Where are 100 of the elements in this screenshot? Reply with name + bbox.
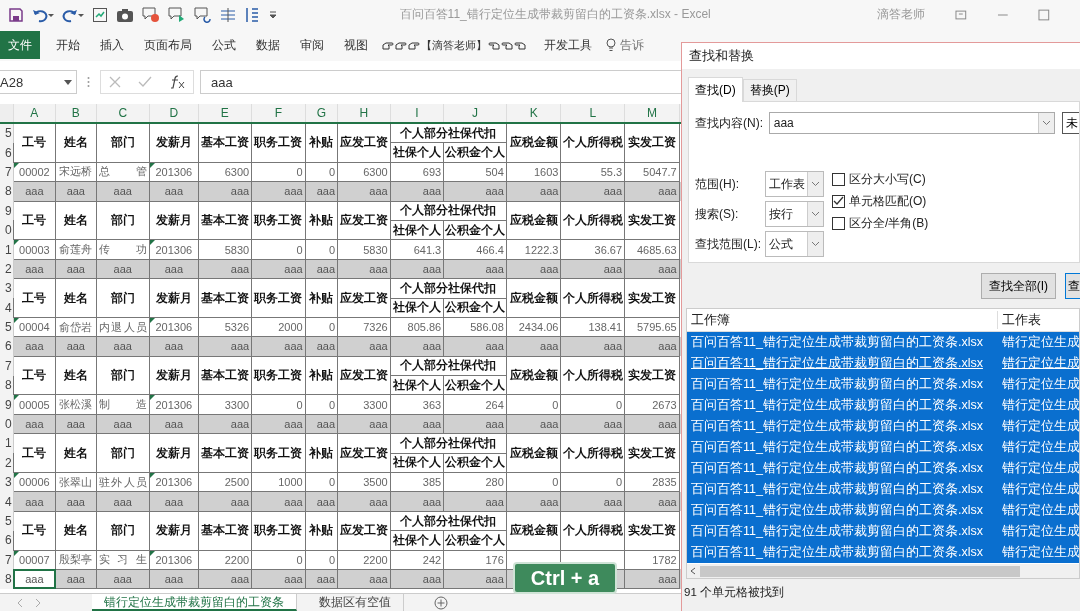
ribbon-display-icon[interactable] <box>954 8 967 21</box>
table-header-cell: 姓名 <box>55 433 96 473</box>
column-width-icon[interactable] <box>244 6 260 23</box>
table-header-cell: 部门 <box>96 433 150 473</box>
dialog-tab[interactable]: 查找(D) <box>688 77 743 102</box>
table-cell: aaa <box>25 495 44 508</box>
table-cell: aaa <box>603 262 623 275</box>
tell-me-search[interactable]: 告诉 <box>602 31 648 60</box>
table-cell: 5830 <box>224 243 250 256</box>
table-cell: aaa <box>230 495 250 508</box>
add-sheet-icon[interactable] <box>434 595 448 610</box>
column-header[interactable]: D <box>169 106 179 120</box>
result-row[interactable]: 百问百答11_错行定位生成带裁剪留白的工资条.xlsx 错行定位生成 <box>687 500 1079 521</box>
checkbox[interactable] <box>832 172 845 186</box>
sheet-tab[interactable]: 错行定位生成带裁剪留白的工资条 <box>92 594 297 611</box>
table-cell: aaa <box>658 262 677 275</box>
table-cell: aaa <box>316 185 336 198</box>
table-cell: 0 <box>328 476 336 489</box>
dialog-button[interactable]: 查 <box>1065 273 1080 299</box>
scroll-left-icon[interactable] <box>16 597 24 608</box>
column-header[interactable]: 工作簿 <box>687 311 997 329</box>
dialog-button[interactable]: 查找全部(I) <box>980 273 1056 299</box>
comment-icon[interactable] <box>194 6 212 23</box>
ribbon-tab[interactable]: 开始 <box>46 31 90 60</box>
result-row[interactable]: 百问百答11_错行定位生成带裁剪留白的工资条.xlsx 错行定位生成 <box>687 395 1079 416</box>
maximize-icon[interactable] <box>1038 8 1050 21</box>
more-icon <box>87 76 90 89</box>
ribbon-tab[interactable]: 视图 <box>334 31 378 60</box>
table-cell: 0 <box>328 321 336 334</box>
table-cell: 00007 <box>19 553 50 566</box>
column-header[interactable]: H <box>359 106 369 120</box>
option-dropdown[interactable]: 公式 <box>765 231 824 257</box>
ribbon-tab[interactable]: 公式 <box>202 31 246 60</box>
dialog-tab[interactable]: 替换(P) <box>742 79 797 101</box>
column-header[interactable]: C <box>118 106 128 120</box>
table-cell: 693 <box>422 165 442 178</box>
table-cell: aaa <box>284 573 303 586</box>
table-header-cell: 个人所得税 <box>560 356 625 395</box>
result-row[interactable]: 百问百答11_错行定位生成带裁剪留白的工资条.xlsx 错行定位生成 <box>687 542 1079 563</box>
table-header-cell: 补贴 <box>305 511 338 551</box>
scroll-right-icon[interactable] <box>34 597 42 608</box>
table-cell: 2500 <box>224 476 250 489</box>
column-header[interactable]: F <box>274 106 283 120</box>
ribbon-tab[interactable]: 开发工具 <box>534 31 602 60</box>
function-icon[interactable] <box>168 75 185 90</box>
column-header[interactable]: A <box>30 106 39 120</box>
table-cell: aaa <box>540 495 559 508</box>
table-header-cell: 个人部分社保代扣 <box>390 201 507 221</box>
table-cell: aaa <box>603 418 623 431</box>
ribbon-tab[interactable]: 数据 <box>246 31 290 60</box>
horizontal-scrollbar[interactable] <box>687 564 1079 578</box>
result-row[interactable]: 百问百答11_错行定位生成带裁剪留白的工资条.xlsx 错行定位生成 <box>687 437 1079 458</box>
table-cell: 4685.63 <box>636 243 677 256</box>
table-cell: aaa <box>113 185 132 198</box>
column-header[interactable]: 工作表 <box>997 311 1041 329</box>
table-header-cell: 应发工资 <box>337 356 391 395</box>
option-dropdown[interactable]: 工作表 <box>765 171 824 197</box>
result-row[interactable]: 百问百答11_错行定位生成带裁剪留白的工资条.xlsx 错行定位生成 <box>687 521 1079 542</box>
caret-icon <box>811 181 820 187</box>
column-header[interactable]: B <box>71 106 80 120</box>
customize-caret-icon[interactable] <box>268 8 278 21</box>
ribbon-tab[interactable]: 页面布局 <box>134 31 202 60</box>
table-cell: 殷梨亭 <box>59 553 93 566</box>
column-header[interactable]: M <box>646 106 657 120</box>
result-row[interactable]: 百问百答11_错行定位生成带裁剪留白的工资条.xlsx 错行定位生成 <box>687 374 1079 395</box>
ribbon-tab[interactable]: 插入 <box>90 31 134 60</box>
column-header[interactable]: I <box>415 106 419 120</box>
distribute-icon[interactable] <box>220 6 236 23</box>
table-cell: aaa <box>164 340 183 353</box>
name-box[interactable]: A28 <box>0 70 77 95</box>
option-dropdown[interactable]: 按行 <box>765 201 824 227</box>
find-field[interactable]: aaa <box>768 112 1055 134</box>
ribbon-tab[interactable]: 审阅 <box>290 31 334 60</box>
result-row[interactable]: 百问百答11_错行定位生成带裁剪留白的工资条.xlsx 错行定位生成 <box>687 416 1079 437</box>
comment-delete-icon[interactable] <box>142 6 160 23</box>
result-row[interactable]: 百问百答11_错行定位生成带裁剪留白的工资条.xlsx 错行定位生成 <box>687 458 1079 479</box>
table-cell: 00006 <box>19 476 50 489</box>
column-header[interactable]: J <box>472 106 478 120</box>
checkbox[interactable] <box>832 194 845 208</box>
file-tab[interactable]: 文件 <box>0 31 40 60</box>
result-row[interactable]: 百问百答11_错行定位生成带裁剪留白的工资条.xlsx 错行定位生成 <box>687 479 1079 500</box>
column-header[interactable]: L <box>589 106 597 120</box>
table-cell: 俞莲舟 <box>59 243 93 256</box>
table-cell: 张松溪 <box>59 398 93 411</box>
camera-icon[interactable] <box>116 6 134 23</box>
table-cell: 466.4 <box>476 243 504 256</box>
result-row[interactable]: 百问百答11_错行定位生成带裁剪留白的工资条.xlsx 错行定位生成 <box>687 332 1079 353</box>
checkbox[interactable] <box>832 216 845 230</box>
table-cell: 1603 <box>533 165 559 178</box>
save-icon[interactable] <box>8 6 24 23</box>
dialog-title: 查找和替换 <box>689 47 754 65</box>
comment-icon[interactable] <box>168 6 186 23</box>
column-header[interactable]: E <box>220 106 229 120</box>
check-icon[interactable] <box>138 76 152 89</box>
column-header[interactable]: K <box>529 106 538 120</box>
format-button[interactable]: 未 <box>1062 112 1079 134</box>
ribbon-tab[interactable]: 【滴答老师】 <box>378 31 530 60</box>
scroll-left-icon[interactable] <box>690 567 696 575</box>
table-header-cell: 实发工资 <box>624 511 680 551</box>
table-header-cell: 发薪月 <box>149 511 199 551</box>
